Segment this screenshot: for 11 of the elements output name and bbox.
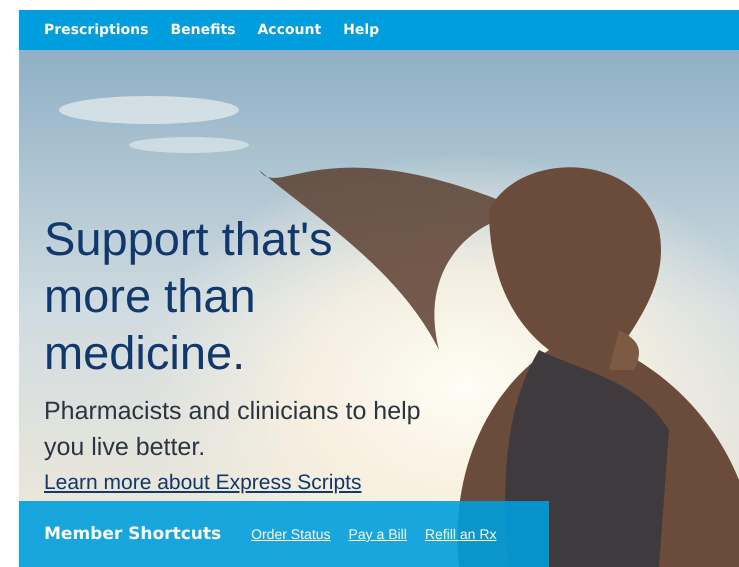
shortcuts-title: Member Shortcuts <box>44 524 222 544</box>
nav-link[interactable]: Prescriptions <box>44 22 148 38</box>
nav-link[interactable]: Account <box>257 22 322 38</box>
nav-link[interactable]: Help <box>343 22 380 38</box>
nav-link[interactable]: Benefits <box>170 22 236 38</box>
shortcut-link[interactable]: Refill an Rx <box>424 526 496 542</box>
learn-more-link[interactable]: Learn more about Express Scripts <box>44 471 362 495</box>
hero-subtitle: Pharmacists and clinicians to help you live better. <box>44 396 422 463</box>
shortcut-link[interactable]: Pay a Bill <box>348 526 407 542</box>
shortcut-link[interactable]: Order Status <box>251 526 330 542</box>
hero-headline: Support that's more than medicine. <box>44 211 334 381</box>
